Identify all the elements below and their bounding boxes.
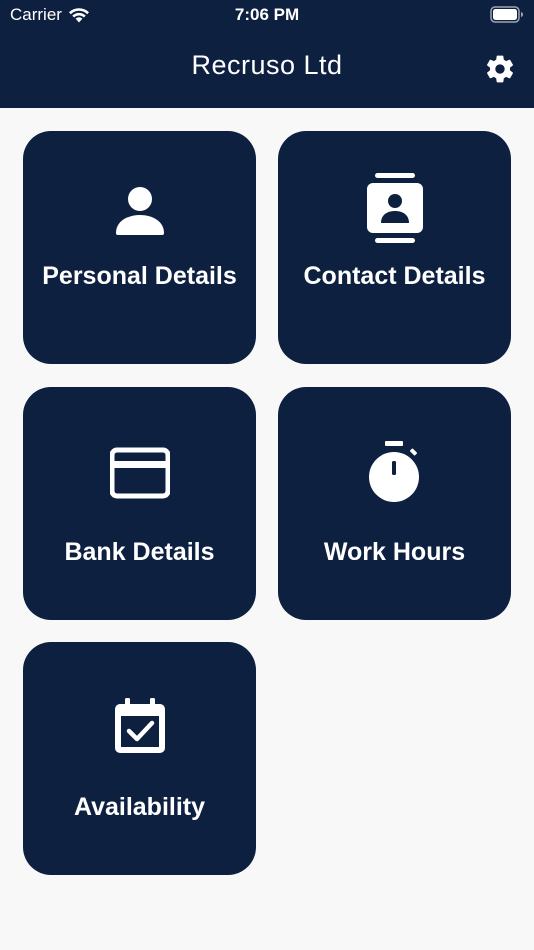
- availability-label: Availability: [73, 793, 206, 821]
- stopwatch-icon: [368, 441, 419, 502]
- status-time: 7:06 PM: [234, 5, 300, 24]
- bank-details-tile[interactable]: Bank Details: [23, 387, 256, 620]
- calendar-check-icon: [114, 698, 165, 753]
- gear-icon: [487, 55, 513, 83]
- status-bar: Carrier 7:06 PM: [0, 0, 534, 30]
- app-screen: Carrier 7:06 PM Recruso Ltd Personal Det…: [0, 0, 534, 950]
- personal-details-tile[interactable]: Personal Details: [23, 131, 256, 364]
- contact-card-icon: [366, 173, 423, 243]
- work-hours-label: Work Hours: [323, 538, 466, 566]
- settings-button[interactable]: [484, 53, 516, 85]
- battery-icon: [490, 6, 523, 23]
- credit-card-icon: [109, 447, 170, 499]
- navigation-bar: Carrier 7:06 PM Recruso Ltd: [0, 0, 534, 108]
- contact-details-tile[interactable]: Contact Details: [278, 131, 511, 364]
- work-hours-tile[interactable]: Work Hours: [278, 387, 511, 620]
- bank-details-label: Bank Details: [64, 538, 215, 566]
- page-title: Recruso Ltd: [191, 50, 343, 80]
- person-icon: [115, 187, 164, 235]
- availability-tile[interactable]: Availability: [23, 642, 256, 875]
- personal-details-label: Personal Details: [42, 262, 237, 290]
- contact-details-label: Contact Details: [303, 262, 486, 290]
